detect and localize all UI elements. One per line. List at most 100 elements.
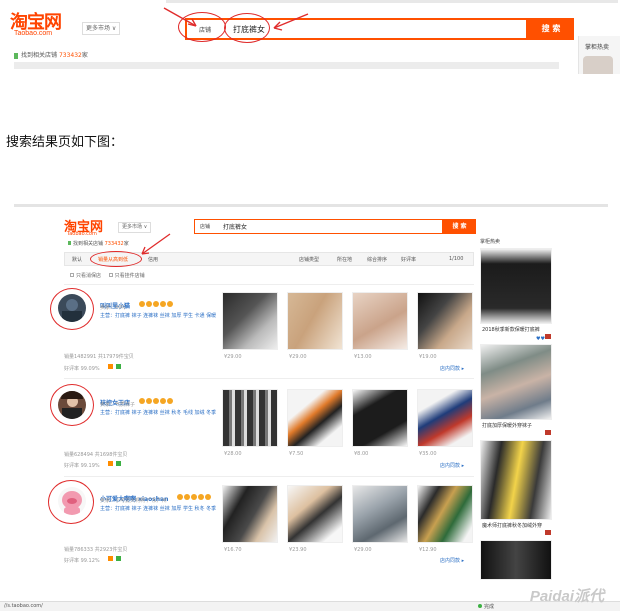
status-done: 完成 <box>478 603 494 610</box>
watermark: Paidai派代 <box>529 588 604 605</box>
product-price: ¥23.90 <box>289 547 307 553</box>
badge-icon <box>116 364 121 369</box>
product-price: ¥29.00 <box>354 547 372 553</box>
search-button[interactable]: 搜 索 <box>528 18 574 40</box>
product-thumbnail[interactable] <box>352 389 408 447</box>
annotation-circle <box>50 288 94 330</box>
search-results-screenshot: 淘宝网 Taobao.com 更多市场 ∨ 店铺 打底裤女 搜 索 找到相关店铺… <box>0 196 620 611</box>
tab-default[interactable]: 默认 <box>72 256 82 263</box>
shop-rating: 好评率 99.12% <box>64 558 100 564</box>
product-thumbnail[interactable] <box>222 292 278 350</box>
right-panel: 掌柜热卖 <box>578 36 620 74</box>
product-thumbnail[interactable] <box>417 389 473 447</box>
product-price: ¥29.00 <box>224 354 242 360</box>
top-screenshot: 淘宝网 Taobao.com 更多市场 ∨ 店铺 打底裤女 搜 索 找到相关店铺… <box>0 0 620 78</box>
checkbox-icon[interactable] <box>70 273 74 277</box>
sidebar-product-caption[interactable]: 魔术师打底裤秋冬加绒外穿 <box>482 522 542 529</box>
page-info: 1/100 <box>449 256 464 262</box>
annotation-circle <box>48 480 94 524</box>
top-edge-strip <box>14 204 608 207</box>
badge-icon <box>116 461 121 466</box>
shop-seller: 卖家：气质袜子 <box>100 402 136 408</box>
shop-main-category[interactable]: 主营：打底裤 袜子 连裤袜 丝袜 加厚 学生 秋冬 冬季 <box>100 505 216 512</box>
cart-icon[interactable] <box>545 430 551 435</box>
shop-seller: 卖家：小可爱大啊啊 广东广州 <box>100 498 167 504</box>
checkbox-label[interactable]: 只看消保店 <box>76 273 101 279</box>
sidebar-product-image[interactable] <box>480 540 552 580</box>
right-panel-label: 掌柜热卖 <box>585 44 610 51</box>
badge-icon <box>108 556 113 561</box>
product-price: ¥12.90 <box>419 547 437 553</box>
product-thumbnail[interactable] <box>287 292 343 350</box>
product-thumbnail[interactable] <box>287 389 343 447</box>
cart-icon[interactable] <box>545 530 551 535</box>
sidebar-product-caption[interactable]: 2018秋季新款保暖打底裤 <box>482 326 540 333</box>
taobao-logo-en: Taobao.com <box>14 30 53 37</box>
product-thumbnail[interactable] <box>352 485 408 543</box>
more-products-link[interactable]: 店内同款 ▸ <box>440 462 464 469</box>
annotation-circle <box>50 384 94 426</box>
search-button[interactable]: 搜 索 <box>443 219 476 234</box>
shop-sales: 销量628494 共1698件宝贝 <box>64 452 128 458</box>
search-scope-select[interactable]: 店铺 <box>200 223 210 230</box>
search-input[interactable]: 打底裤女 <box>223 222 247 231</box>
product-thumbnail[interactable] <box>222 485 278 543</box>
cart-icon[interactable] <box>545 334 551 339</box>
filter-checkboxes: 只看消保店 只看挂件店铺 <box>70 272 145 279</box>
sidebar-product-image[interactable] <box>480 248 552 324</box>
status-url: //s.taobao.com/ <box>4 603 43 609</box>
badge-icon <box>108 364 113 369</box>
product-thumbnail[interactable] <box>417 485 473 543</box>
filter-shop-type[interactable]: 店铺类型 <box>299 256 319 263</box>
search-box[interactable]: 店铺 打底裤女 <box>194 219 443 234</box>
product-thumbnail[interactable] <box>352 292 408 350</box>
status-icon <box>478 604 482 608</box>
product-thumbnail[interactable] <box>287 485 343 543</box>
sidebar-product-caption[interactable]: 打底加厚保暖外穿袜子 <box>482 422 532 429</box>
product-price: ¥19.00 <box>419 354 437 360</box>
annotation-arrows <box>163 7 309 31</box>
filter-rating[interactable]: 好评率 <box>401 256 416 263</box>
product-thumbnail[interactable] <box>417 292 473 350</box>
sidebar-product-image[interactable] <box>480 440 552 520</box>
product-image <box>583 56 613 74</box>
product-price: ¥35.00 <box>419 451 437 457</box>
product-price: ¥29.00 <box>289 354 307 360</box>
shop-rating: 好评率 99.09% <box>64 366 100 372</box>
checkbox-icon[interactable] <box>108 273 113 277</box>
blurred-strip <box>14 62 559 69</box>
product-price: ¥28.00 <box>224 451 242 457</box>
browser-status-bar: //s.taobao.com/ 完成 <box>0 601 620 611</box>
shop-main-category[interactable]: 主营：打底裤 袜子 连裤袜 丝袜 秋冬 毛线 加绒 冬季 <box>100 409 216 416</box>
crown-badges <box>177 486 212 505</box>
filter-sort[interactable]: 综合排序 <box>367 256 387 263</box>
sidebar-product-image[interactable] <box>480 344 552 420</box>
product-price: ¥7.50 <box>289 451 304 457</box>
more-products-link[interactable]: 店内同款 ▸ <box>440 557 464 564</box>
annotation-circle <box>90 251 142 267</box>
shop-sales: 销量786333 共2923件宝贝 <box>64 547 128 553</box>
product-price: ¥8.00 <box>354 451 369 457</box>
crown-badges <box>139 293 174 312</box>
crown-badges <box>139 390 174 409</box>
shop-sales: 销量1482991 共17979件宝贝 <box>64 354 134 360</box>
sidebar-badge: ♥♥ <box>536 336 545 342</box>
product-thumbnail[interactable] <box>222 389 278 447</box>
badge-icon <box>116 556 121 561</box>
shop-seller: 卖家：叫叫 <box>100 305 126 311</box>
result-count: 找到相关店铺 733432家 <box>14 50 88 59</box>
section-caption: 搜索结果页如下图： <box>6 135 124 150</box>
checkbox-label[interactable]: 只看挂件店铺 <box>115 273 145 279</box>
more-market-button[interactable]: 更多市场 ∨ <box>82 22 121 35</box>
filter-location[interactable]: 所在地 <box>337 256 352 263</box>
product-price: ¥13.00 <box>354 354 372 360</box>
more-products-link[interactable]: 店内同款 ▸ <box>440 365 464 372</box>
shop-main-category[interactable]: 主营：打底裤 袜子 连裤袜 丝袜 加厚 学生 卡通 保暖 <box>100 312 216 319</box>
result-count: 找到相关店铺 733432家 <box>68 240 129 247</box>
sidebar-title: 掌柜热卖 <box>480 239 501 245</box>
taobao-logo-en: Taobao.com <box>67 231 97 237</box>
badge-icon <box>108 461 113 466</box>
shop-rating: 好评率 99.19% <box>64 463 100 469</box>
product-price: ¥16.70 <box>224 547 242 553</box>
annotation-arrow <box>141 233 171 255</box>
